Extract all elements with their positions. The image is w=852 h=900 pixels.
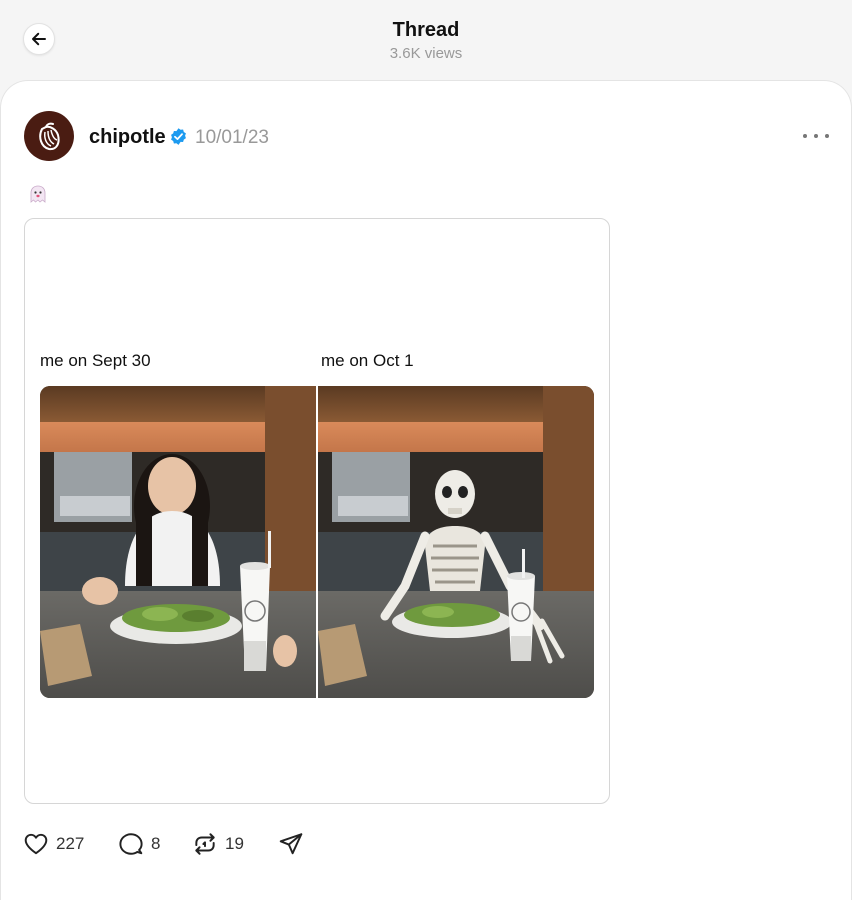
repost-icon	[195, 833, 215, 855]
meme-photos	[40, 386, 594, 698]
like-count: 227	[56, 834, 85, 853]
more-icon-dot	[825, 134, 829, 138]
page-title: Thread	[392, 19, 460, 41]
repost-count: 19	[225, 834, 244, 853]
username[interactable]: chipotle	[89, 126, 166, 149]
repost-button[interactable]: 19	[192, 828, 244, 860]
photo-woman	[40, 386, 316, 698]
share-button[interactable]	[278, 828, 304, 860]
avatar[interactable]	[24, 111, 74, 161]
share-icon	[279, 833, 303, 855]
top-bar: Thread 3.6K views	[0, 0, 852, 80]
heart-icon	[24, 833, 48, 855]
more-icon-dot	[814, 134, 818, 138]
more-icon-dot	[803, 134, 807, 138]
chipotle-logo-icon	[39, 122, 60, 151]
reply-count: 8	[151, 834, 161, 853]
more-options-button[interactable]	[803, 126, 829, 146]
action-bar: 227 8 19	[0, 828, 852, 860]
ghost-emoji-icon	[30, 185, 46, 203]
caption-right: me on Oct 1	[321, 351, 414, 370]
comment-icon	[119, 833, 143, 855]
comment-button[interactable]: 8	[118, 828, 160, 860]
verified-badge-icon	[171, 128, 186, 145]
photo-skeleton	[318, 386, 594, 698]
view-count: 3.6K views	[389, 45, 463, 62]
post-date[interactable]: 10/01/23	[195, 127, 269, 149]
post-media[interactable]: me on Sept 30 me on Oct 1	[24, 218, 610, 804]
caption-left: me on Sept 30	[40, 351, 151, 370]
like-button[interactable]: 227	[23, 828, 84, 860]
